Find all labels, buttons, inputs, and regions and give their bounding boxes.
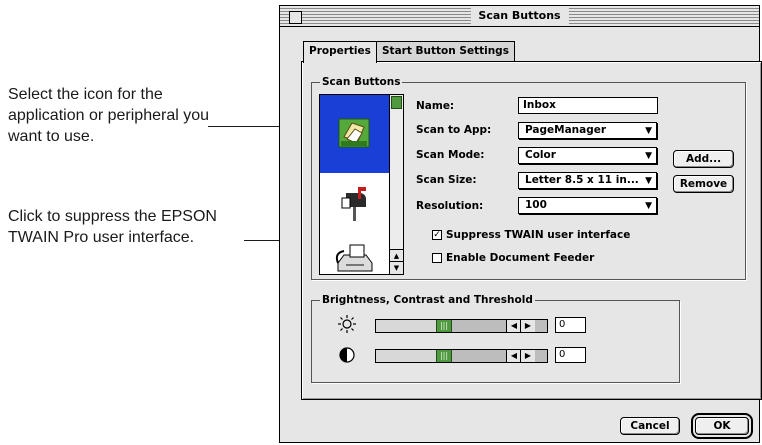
- close-box-icon[interactable]: [289, 11, 302, 24]
- scan-size-value: Letter 8.5 x 11 in...: [525, 174, 639, 186]
- sun-icon: [338, 315, 356, 333]
- brightness-value-field[interactable]: 0: [555, 317, 586, 333]
- contrast-slider[interactable]: ||| ◀ ▶: [375, 349, 548, 363]
- twain-callout-text: Click to suppress the EPSON TWAIN Pro us…: [8, 208, 217, 246]
- document-feeder-label: Enable Document Feeder: [446, 252, 595, 264]
- tab-start-button-settings[interactable]: Start Button Settings: [376, 41, 515, 62]
- contrast-value-field[interactable]: 0: [555, 347, 586, 363]
- scan-buttons-group: Scan Buttons ▲ ▼ Name: Inbox Scan to App…: [311, 75, 746, 280]
- brightness-group: Brightness, Contrast and Threshold ||| ◀…: [311, 293, 680, 383]
- scan-button-icon-list[interactable]: ▲ ▼: [319, 94, 404, 275]
- scroll-down-arrow-icon[interactable]: ▼: [390, 261, 403, 274]
- scan-size-label: Scan Size:: [416, 174, 477, 186]
- fax-icon: [335, 244, 373, 272]
- title-bar[interactable]: Scan Buttons: [280, 6, 759, 27]
- icon-callout-text: Select the icon for the application or p…: [8, 86, 210, 145]
- tab-properties[interactable]: Properties: [303, 41, 377, 63]
- brightness-right-arrow-icon[interactable]: ▶: [520, 320, 535, 332]
- resolution-label: Resolution:: [416, 200, 484, 212]
- scan-size-popup[interactable]: Letter 8.5 x 11 in... ▼: [518, 172, 657, 189]
- page-manager-icon: [338, 118, 370, 148]
- popup-arrow-icon: ▼: [645, 151, 652, 161]
- popup-arrow-icon: ▼: [645, 126, 652, 136]
- remove-button[interactable]: Remove: [673, 175, 734, 193]
- suppress-twain-label: Suppress TWAIN user interface: [446, 229, 631, 241]
- brightness-group-title: Brightness, Contrast and Threshold: [320, 293, 535, 307]
- scroll-thumb[interactable]: [391, 96, 402, 109]
- brightness-thumb[interactable]: |||: [436, 320, 452, 332]
- scan-to-app-value: PageManager: [525, 124, 607, 136]
- contrast-thumb[interactable]: |||: [436, 350, 452, 362]
- icon-cell-page-manager[interactable]: [320, 95, 390, 173]
- popup-arrow-icon: ▼: [645, 201, 652, 211]
- half-circle-icon: [339, 347, 355, 363]
- scan-mode-value: Color: [525, 149, 556, 161]
- suppress-twain-checkbox[interactable]: ✓: [432, 230, 442, 240]
- name-label: Name:: [416, 100, 455, 112]
- resolution-value: 100: [525, 199, 547, 211]
- document-feeder-checkbox[interactable]: [432, 253, 442, 263]
- resolution-popup[interactable]: 100 ▼: [518, 197, 657, 214]
- scan-buttons-window: Scan Buttons Properties Start Button Set…: [279, 5, 762, 443]
- brightness-left-arrow-icon[interactable]: ◀: [506, 320, 521, 332]
- add-button[interactable]: Add...: [673, 150, 734, 168]
- scan-buttons-group-title: Scan Buttons: [320, 75, 403, 89]
- contrast-track: [376, 350, 444, 362]
- cancel-button[interactable]: Cancel: [620, 417, 680, 435]
- name-field[interactable]: Inbox: [518, 97, 658, 114]
- properties-panel: Scan Buttons ▲ ▼ Name: Inbox Scan to App…: [301, 61, 762, 400]
- brightness-slider[interactable]: ||| ◀ ▶: [375, 319, 548, 333]
- popup-arrow-icon: ▼: [645, 176, 652, 186]
- suppress-twain-checkbox-row[interactable]: ✓ Suppress TWAIN user interface: [432, 228, 632, 242]
- contrast-left-arrow-icon[interactable]: ◀: [506, 350, 521, 362]
- ok-button[interactable]: OK: [691, 413, 753, 439]
- icon-cell-fax[interactable]: [320, 239, 390, 274]
- scan-to-app-label: Scan to App:: [416, 124, 492, 136]
- window-title: Scan Buttons: [470, 8, 569, 24]
- mailbox-icon: [341, 187, 366, 221]
- scan-to-app-popup[interactable]: PageManager ▼: [518, 122, 657, 139]
- scan-mode-label: Scan Mode:: [416, 149, 485, 161]
- scan-mode-popup[interactable]: Color ▼: [518, 147, 657, 164]
- document-feeder-checkbox-row[interactable]: Enable Document Feeder: [432, 251, 632, 265]
- contrast-right-arrow-icon[interactable]: ▶: [520, 350, 535, 362]
- icon-list-scrollbar[interactable]: ▲ ▼: [389, 95, 403, 274]
- icon-cell-mailbox[interactable]: [320, 173, 390, 239]
- brightness-track: [376, 320, 444, 332]
